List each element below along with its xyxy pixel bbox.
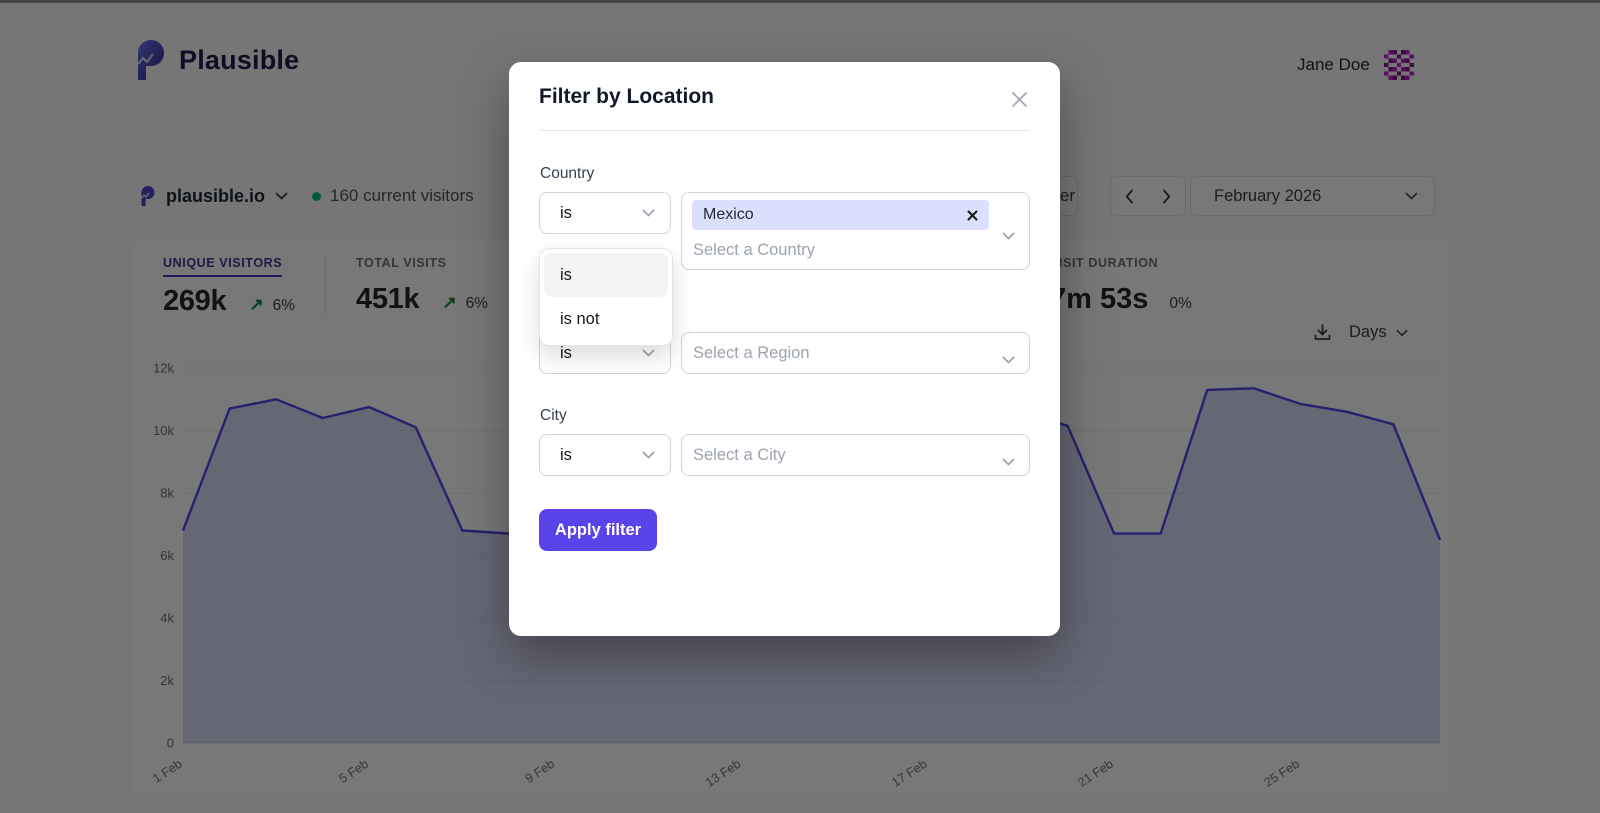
- country-label: Country: [540, 165, 594, 183]
- chevron-down-icon: [1002, 453, 1015, 471]
- city-placeholder: Select a City: [693, 446, 786, 465]
- region-combobox[interactable]: Select a Region: [681, 332, 1030, 374]
- close-icon[interactable]: [1008, 88, 1030, 110]
- city-operator-select[interactable]: is: [539, 434, 671, 476]
- country-combobox[interactable]: Mexico Select a Country: [681, 192, 1030, 270]
- modal-divider: [539, 130, 1030, 131]
- selected-country-label: Mexico: [703, 206, 754, 224]
- operator-option-is-not[interactable]: is not: [544, 297, 668, 341]
- city-combobox[interactable]: Select a City: [681, 434, 1030, 476]
- city-label: City: [540, 407, 567, 425]
- chevron-down-icon: [1002, 351, 1015, 369]
- region-placeholder: Select a Region: [693, 344, 810, 363]
- selected-country-tag: Mexico: [692, 200, 989, 230]
- country-operator-select[interactable]: is: [539, 192, 671, 234]
- operator-dropdown: is is not: [539, 248, 673, 346]
- remove-tag-icon[interactable]: [967, 210, 978, 221]
- filter-by-location-modal: Filter by Location Country is Mexico Sel…: [509, 62, 1060, 636]
- operator-option-is[interactable]: is: [544, 253, 668, 297]
- city-operator-value: is: [560, 446, 572, 465]
- country-placeholder: Select a Country: [693, 241, 815, 260]
- country-operator-value: is: [560, 204, 572, 223]
- modal-title: Filter by Location: [539, 85, 714, 109]
- apply-filter-button[interactable]: Apply filter: [539, 509, 657, 551]
- region-operator-value: is: [560, 344, 572, 363]
- chevron-down-icon: [1002, 227, 1015, 245]
- plausible-dashboard: Plausible Jane Doe: [0, 0, 1600, 813]
